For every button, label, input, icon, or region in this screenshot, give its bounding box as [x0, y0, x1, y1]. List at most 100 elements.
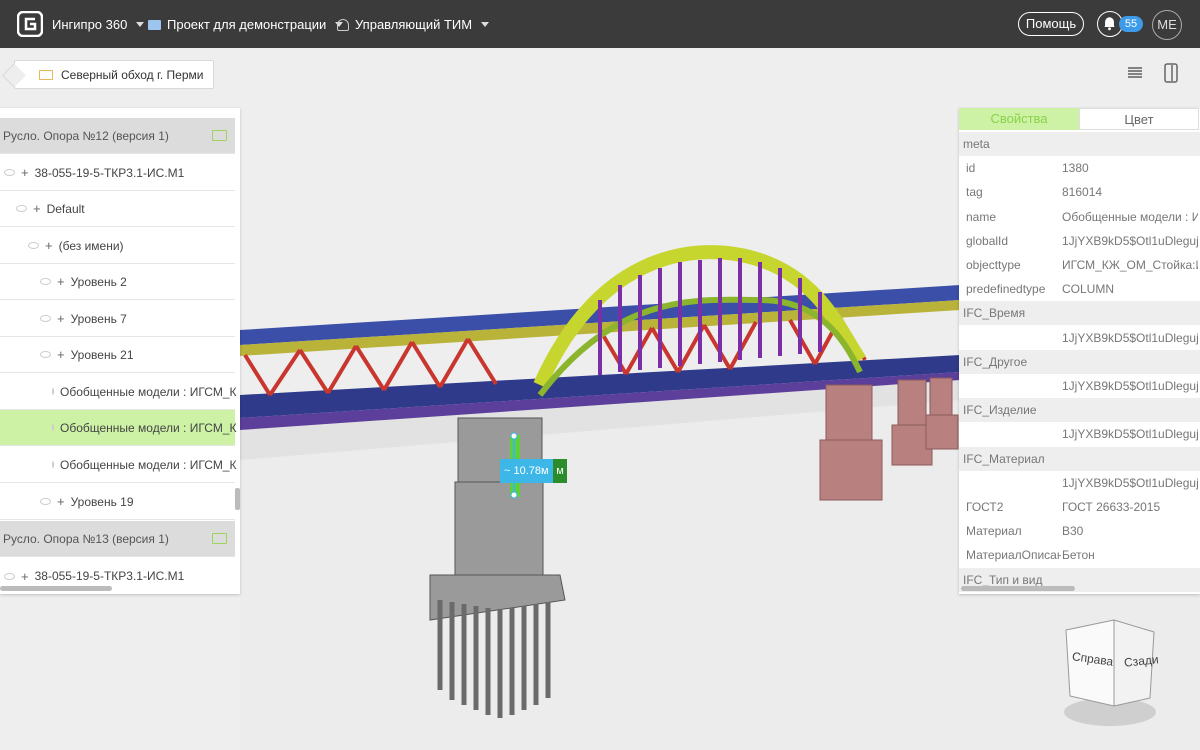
- project-label: Проект для демонстрации: [167, 17, 327, 32]
- tree-row-label: Обобщенные модели : ИГСМ_К: [60, 420, 237, 435]
- tree-row[interactable]: Обобщенные модели : ИГСМ_К: [0, 374, 237, 410]
- property-key: Материал: [966, 524, 1022, 539]
- property-value: 1380: [1062, 161, 1089, 176]
- folder-icon: [39, 69, 53, 80]
- property-key: IFC_Материал: [963, 451, 1045, 466]
- property-row: 1JjYXB9kD5$Otl1uDleguj: [959, 422, 1200, 446]
- expand-icon[interactable]: +: [33, 201, 41, 216]
- tree-row[interactable]: + Уровень 19: [0, 484, 235, 520]
- property-row: МатериалОписан Бетон: [959, 543, 1200, 567]
- property-value: 1JjYXB9kD5$Otl1uDleguj: [1062, 427, 1198, 442]
- property-value: Обобщенные модели : И: [1062, 209, 1198, 224]
- view-cube[interactable]: Справа Сзади: [1062, 618, 1159, 728]
- eye-icon[interactable]: [52, 424, 54, 431]
- tree-row-label: Уровень 21: [70, 347, 134, 362]
- property-key: tag: [966, 185, 983, 200]
- properties-panel: Свойства Цвет meta id 1380 tag 816014 name Обо…: [959, 108, 1200, 594]
- property-section: IFC_Материал: [959, 446, 1200, 471]
- tree-row-label: 38-055-19-5-ТКР3.1-ИС.М1: [34, 165, 185, 180]
- app-logo[interactable]: [17, 11, 43, 37]
- eye-icon[interactable]: [40, 278, 51, 285]
- property-value: COLUMN: [1062, 282, 1115, 297]
- measurement-unit: м: [553, 459, 567, 483]
- user-avatar[interactable]: ME: [1152, 10, 1182, 40]
- tree-group-row[interactable]: Русло. Опора №13 (версия 1): [0, 521, 235, 557]
- property-row: id 1380: [959, 156, 1200, 180]
- tree-row-label: Уровень 19: [70, 494, 134, 509]
- tree-row[interactable]: + Уровень 2: [0, 264, 235, 300]
- help-button[interactable]: Помощь: [1018, 12, 1084, 36]
- property-row: 1JjYXB9kD5$Otl1uDleguj: [959, 326, 1200, 350]
- expand-icon[interactable]: +: [57, 494, 65, 509]
- property-row: objecttype ИГСМ_КЖ_ОМ_Стойка:ИГ: [959, 253, 1200, 277]
- expand-icon[interactable]: +: [21, 165, 29, 180]
- property-key: id: [966, 161, 976, 176]
- folder-icon: [148, 19, 161, 30]
- users-icon: [337, 18, 349, 31]
- tab-properties[interactable]: Свойства: [959, 108, 1079, 130]
- property-key: IFC_Время: [963, 306, 1026, 321]
- tree-row[interactable]: + 38-055-19-5-ТКР3.1-ИС.М1: [0, 155, 235, 191]
- tree-row-label: Обобщенные модели : ИГСМ_К: [60, 384, 237, 399]
- properties-horizontal-scrollbar[interactable]: [961, 586, 1075, 591]
- eye-icon[interactable]: [40, 498, 51, 505]
- property-value: 816014: [1062, 185, 1103, 200]
- property-section: IFC_Другое: [959, 349, 1200, 374]
- eye-icon[interactable]: [4, 572, 15, 580]
- top-bar: Ингипро 360 Проект для демонстрации Упра…: [0, 0, 1200, 48]
- eye-icon[interactable]: [40, 351, 51, 358]
- property-row: predefinedtype COLUMN: [959, 277, 1200, 301]
- tab-color[interactable]: Цвет: [1079, 108, 1199, 130]
- property-value: ГОСТ 26633-2015: [1062, 500, 1161, 514]
- app-switcher[interactable]: Ингипро 360: [52, 17, 145, 32]
- property-value: 1JjYXB9kD5$Otl1uDleguj: [1062, 475, 1198, 490]
- property-value: 1JjYXB9kD5$Otl1uDleguj: [1062, 233, 1198, 248]
- app-name: Ингипро 360: [52, 17, 128, 32]
- property-key: objecttype: [966, 258, 1021, 272]
- property-key: name: [966, 209, 997, 224]
- tree-row-label: Default: [46, 201, 85, 216]
- tree-row-label: (без имени): [58, 238, 124, 253]
- tree-row[interactable]: + (без имени): [0, 228, 235, 264]
- measurement-label[interactable]: ~ 10.78м м: [500, 459, 567, 483]
- tree-vertical-scrollbar[interactable]: [235, 488, 240, 510]
- tree-row-label: Русло. Опора №12 (версия 1): [3, 128, 169, 143]
- eye-icon[interactable]: [40, 315, 51, 322]
- tree-row[interactable]: + Уровень 21: [0, 337, 235, 373]
- tree-row-selected[interactable]: Обобщенные модели : ИГСМ_К: [0, 410, 237, 446]
- folder-open-icon[interactable]: [212, 533, 227, 544]
- property-row: globalId 1JjYXB9kD5$Otl1uDleguj: [959, 229, 1200, 253]
- tree-horizontal-scrollbar[interactable]: [0, 586, 112, 591]
- tree-row-label: Уровень 2: [70, 274, 127, 289]
- tree-row[interactable]: Обобщенные модели : ИГСМ_К: [0, 447, 236, 483]
- list-view-icon[interactable]: [1124, 62, 1146, 84]
- folder-open-icon[interactable]: [212, 130, 227, 141]
- property-section: IFC_Время: [959, 301, 1200, 326]
- chevron-down-icon: [481, 22, 490, 27]
- property-key: ГОСТ2: [966, 500, 1004, 514]
- role-selector[interactable]: Управляющий ТИМ: [337, 17, 490, 32]
- expand-icon[interactable]: +: [21, 569, 29, 584]
- tree-row[interactable]: + Уровень 7: [0, 301, 235, 337]
- property-key: МатериалОписан: [966, 548, 1061, 563]
- breadcrumb[interactable]: Северный обход г. Перми: [14, 60, 214, 89]
- expand-icon[interactable]: +: [57, 311, 65, 326]
- tree-row[interactable]: + Default: [0, 191, 235, 227]
- tree-group-row[interactable]: Русло. Опора №12 (версия 1): [0, 118, 235, 154]
- property-value: 1JjYXB9kD5$Otl1uDleguj: [1062, 379, 1198, 393]
- property-section: IFC_Изделие: [959, 398, 1200, 423]
- property-key: IFC_Другое: [963, 354, 1028, 369]
- expand-icon[interactable]: +: [45, 238, 53, 253]
- expand-icon[interactable]: +: [57, 274, 65, 289]
- measurement-value: ~ 10.78м: [504, 465, 549, 477]
- property-row: name Обобщенные модели : И: [959, 205, 1200, 229]
- eye-icon[interactable]: [52, 388, 54, 395]
- panel-toggle-icon[interactable]: [1160, 62, 1182, 84]
- eye-icon[interactable]: [28, 242, 39, 249]
- eye-icon[interactable]: [52, 461, 54, 468]
- property-value: 1JjYXB9kD5$Otl1uDleguj: [1062, 330, 1198, 345]
- eye-icon[interactable]: [4, 169, 15, 176]
- expand-icon[interactable]: +: [57, 347, 65, 362]
- project-selector[interactable]: Проект для демонстрации: [148, 17, 344, 32]
- eye-icon[interactable]: [16, 205, 27, 212]
